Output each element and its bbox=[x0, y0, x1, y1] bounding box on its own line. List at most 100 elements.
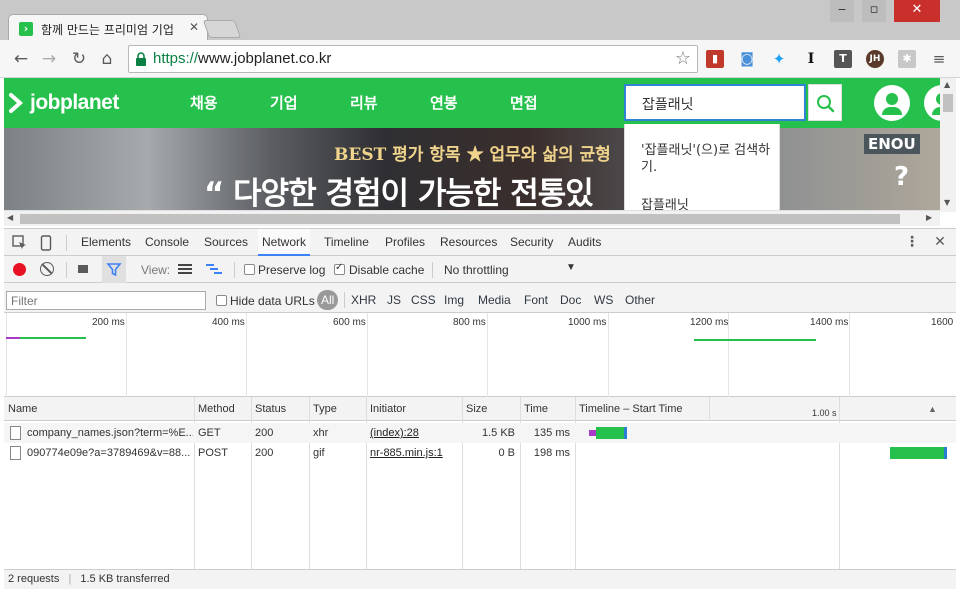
column-type[interactable]: Type bbox=[309, 397, 337, 421]
tab-console[interactable]: Console bbox=[145, 229, 189, 256]
window-minimize-button[interactable]: ‒ bbox=[830, 0, 854, 22]
column-size[interactable]: Size bbox=[462, 397, 487, 421]
forward-arrow-icon[interactable]: → bbox=[38, 49, 60, 69]
avatar-jh-icon[interactable]: JH bbox=[866, 50, 884, 68]
filter-type-font[interactable]: Font bbox=[520, 290, 552, 310]
filter-input[interactable] bbox=[6, 291, 206, 310]
camera-icon[interactable]: ◙ bbox=[738, 50, 756, 68]
bookmark-star-icon[interactable]: ☆ bbox=[675, 48, 691, 69]
disable-cache-checkbox[interactable] bbox=[334, 262, 345, 275]
column-name[interactable]: Name bbox=[4, 397, 37, 421]
filter-type-css[interactable]: CSS bbox=[407, 290, 440, 310]
tab-close-icon[interactable]: ✕ bbox=[189, 20, 199, 34]
nav-companies[interactable]: 기업 bbox=[270, 92, 298, 113]
suggestion-search-all[interactable]: '잡플래닛'(으)로 검색하기. bbox=[641, 142, 781, 176]
jobplanet-logo[interactable]: jobplanet bbox=[8, 90, 119, 116]
site-header: jobplanet 채용 기업 리뷰 연봉 면접 잡플래닛 bbox=[4, 78, 956, 128]
devtools-menu-icon[interactable]: ⋮ bbox=[902, 229, 922, 256]
nav-jobs[interactable]: 채용 bbox=[190, 92, 218, 113]
devtools-close-icon[interactable]: ✕ bbox=[930, 229, 950, 256]
tab-sources[interactable]: Sources bbox=[204, 229, 248, 256]
filter-type-ws[interactable]: WS bbox=[590, 290, 617, 310]
column-time[interactable]: Time bbox=[520, 397, 548, 421]
horizontal-scroll-thumb[interactable] bbox=[20, 214, 900, 224]
chevron-down-icon[interactable]: ▼ bbox=[566, 262, 576, 273]
filter-toggle-button[interactable] bbox=[102, 256, 126, 283]
vertical-scroll-thumb[interactable] bbox=[943, 94, 953, 112]
devtools-panel: Elements Console Sources Network Timelin… bbox=[4, 228, 956, 589]
tab-elements[interactable]: Elements bbox=[81, 229, 131, 256]
filter-type-js[interactable]: JS bbox=[383, 290, 405, 310]
preserve-log-checkbox[interactable] bbox=[244, 264, 255, 275]
throttling-select[interactable]: No throttling bbox=[444, 263, 509, 277]
home-icon[interactable]: ⌂ bbox=[96, 49, 118, 69]
filter-type-doc[interactable]: Doc bbox=[556, 290, 585, 310]
reload-icon[interactable]: ↻ bbox=[68, 49, 90, 69]
transferred-size: 1.5 KB transferred bbox=[80, 573, 170, 585]
request-initiator-link[interactable]: (index):28 bbox=[366, 423, 461, 443]
overview-tick-label: 1600 bbox=[931, 317, 954, 328]
scroll-up-icon[interactable]: ▲ bbox=[944, 80, 950, 89]
menu-icon[interactable]: ≡ bbox=[928, 49, 950, 69]
sort-ascending-icon[interactable]: ▲ bbox=[924, 397, 937, 421]
page-vertical-scrollbar[interactable]: ▲ ▼ bbox=[940, 78, 956, 212]
screenshot-capture-icon[interactable] bbox=[78, 265, 88, 273]
network-overview[interactable]: 200 ms 400 ms 600 ms 800 ms 1000 ms 1200… bbox=[4, 313, 956, 397]
tab-timeline[interactable]: Timeline bbox=[324, 229, 369, 256]
filter-type-all[interactable]: All bbox=[317, 290, 339, 310]
scroll-left-icon[interactable]: ◀ bbox=[7, 213, 13, 222]
extension-gray-icon[interactable]: ✱ bbox=[898, 50, 916, 68]
device-mode-icon[interactable] bbox=[36, 229, 56, 256]
column-initiator[interactable]: Initiator bbox=[366, 397, 406, 421]
tab-resources[interactable]: Resources bbox=[440, 229, 497, 256]
network-toolbar: View: Preserve log Disable cache No thro… bbox=[4, 256, 956, 283]
text-t-icon[interactable]: T bbox=[834, 50, 852, 68]
nav-interviews[interactable]: 면접 bbox=[510, 92, 538, 113]
scroll-down-icon[interactable]: ▼ bbox=[944, 198, 950, 207]
instapaper-icon[interactable]: I bbox=[802, 50, 820, 68]
table-row[interactable]: company_names.json?term=%E... GET 200 xh… bbox=[4, 423, 956, 443]
user-profile-icon[interactable] bbox=[874, 85, 910, 121]
table-row[interactable]: 090774e09e?a=3789469&v=88... POST 200 gi… bbox=[4, 443, 956, 463]
request-count: 2 requests bbox=[8, 573, 60, 585]
bookmark-red-icon[interactable]: ▮ bbox=[706, 50, 724, 68]
tab-title: 함께 만드는 프리미엄 기업 bbox=[41, 23, 174, 37]
tab-profiles[interactable]: Profiles bbox=[385, 229, 425, 256]
twitter-icon[interactable]: ✦ bbox=[770, 50, 788, 68]
filter-type-other[interactable]: Other bbox=[621, 290, 659, 310]
window-close-button[interactable]: ✕ bbox=[894, 0, 940, 22]
overview-tick-label: 1200 ms bbox=[690, 317, 729, 328]
column-timeline[interactable]: Timeline – Start Time bbox=[575, 397, 683, 421]
column-method[interactable]: Method bbox=[194, 397, 235, 421]
clear-icon[interactable] bbox=[40, 262, 54, 276]
filter-type-img[interactable]: Img bbox=[440, 290, 468, 310]
filter-type-xhr[interactable]: XHR bbox=[347, 290, 380, 310]
column-status[interactable]: Status bbox=[251, 397, 286, 421]
tab-network[interactable]: Network bbox=[258, 229, 311, 256]
browser-tab-active[interactable]: › 함께 만드는 프리미엄 기업 ✕ bbox=[8, 14, 208, 42]
request-size: 0 B bbox=[498, 447, 515, 459]
address-bar[interactable]: https://www.jobplanet.co.kr ☆ bbox=[128, 45, 698, 73]
help-question-icon[interactable]: ? bbox=[894, 162, 909, 192]
waterfall-overview-icon[interactable] bbox=[206, 264, 222, 274]
filter-type-media[interactable]: Media bbox=[474, 290, 515, 310]
inspect-element-icon[interactable] bbox=[10, 229, 30, 256]
timeline-marker-label: 1.00 s bbox=[812, 408, 837, 418]
new-tab-button[interactable] bbox=[202, 20, 242, 38]
record-icon[interactable] bbox=[13, 263, 26, 276]
devtools-tab-bar: Elements Console Sources Network Timelin… bbox=[4, 229, 956, 256]
large-rows-icon[interactable] bbox=[178, 264, 192, 274]
site-search-input[interactable]: 잡플래닛 bbox=[624, 84, 806, 121]
site-search-button[interactable] bbox=[808, 84, 842, 121]
nav-salaries[interactable]: 연봉 bbox=[430, 92, 458, 113]
request-initiator-link[interactable]: nr-885.min.js:1 bbox=[366, 443, 461, 463]
hide-data-urls-checkbox[interactable] bbox=[216, 295, 227, 306]
tab-audits[interactable]: Audits bbox=[568, 229, 601, 256]
nav-reviews[interactable]: 리뷰 bbox=[350, 92, 378, 113]
page-viewport: jobplanet 채용 기업 리뷰 연봉 면접 잡플래닛 BEST 평가 항목… bbox=[4, 78, 956, 226]
back-arrow-icon[interactable]: ← bbox=[10, 49, 32, 69]
page-horizontal-scrollbar[interactable]: ◀ ▶ bbox=[4, 210, 940, 226]
scroll-right-icon[interactable]: ▶ bbox=[926, 213, 932, 222]
tab-security[interactable]: Security bbox=[510, 229, 553, 256]
window-maximize-button[interactable]: ▫ bbox=[862, 0, 886, 22]
